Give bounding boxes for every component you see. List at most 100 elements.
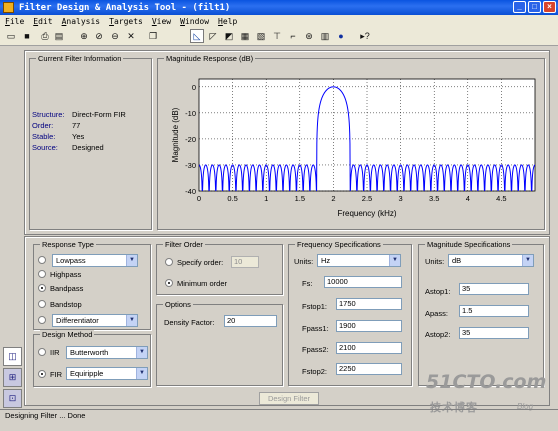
differentiator-radio[interactable] xyxy=(38,316,46,324)
minimize-button[interactable]: _ xyxy=(513,1,526,13)
response-type-title: Response Type xyxy=(40,240,96,249)
print-preview-icon[interactable]: ▤ xyxy=(52,29,66,43)
iir-radio[interactable] xyxy=(38,348,46,356)
minimum-order-radio[interactable] xyxy=(165,279,173,287)
x-tick-label: 2 xyxy=(331,194,335,203)
stable-value: Yes xyxy=(72,132,85,141)
y-tick-label: -10 xyxy=(185,109,196,118)
magnitude-response-chart[interactable]: 0 0.5 1 1.5 2 2.5 3 3.5 4 4.5 0 -10 -20 -30 -40 Frequ… xyxy=(158,66,544,229)
source-label: Source: xyxy=(32,143,58,152)
magnitude-response-icon[interactable]: ◺ xyxy=(190,29,204,43)
menu-analysis[interactable]: Analysis xyxy=(62,17,101,26)
options-panel: Options Density Factor: 20 xyxy=(156,300,283,386)
design-method-panel: Design Method IIR Butterworth ▼ FIR Equir… xyxy=(33,330,151,387)
design-method-title: Design Method xyxy=(40,330,95,339)
matlab-app-icon xyxy=(3,2,14,13)
order-value: 77 xyxy=(72,121,81,130)
maximize-button[interactable]: □ xyxy=(528,1,541,13)
step-response-icon[interactable]: ⌐ xyxy=(286,29,300,43)
magnitude-spec-title: Magnitude Specifications xyxy=(425,240,513,249)
structure-value: Direct-Form FIR xyxy=(72,110,126,119)
x-tick-label: 3.5 xyxy=(429,194,439,203)
astop1-input[interactable]: 35 xyxy=(459,283,529,295)
filter-info-icon[interactable]: ● xyxy=(334,29,348,43)
fpass2-input[interactable]: 2100 xyxy=(336,342,402,354)
frequency-spec-panel: Frequency Specifications Units: Hz ▼ Fs: … xyxy=(288,240,412,386)
pole-zero-editor-tab-icon[interactable]: ⊞ xyxy=(3,368,22,387)
iir-method-dropdown[interactable]: Butterworth ▼ xyxy=(66,346,148,359)
density-factor-label: Density Factor: xyxy=(164,318,215,327)
zoom-y-icon[interactable]: ⊖ xyxy=(108,29,122,43)
design-filter-button[interactable]: Design Filter xyxy=(259,392,319,405)
bandpass-label: Bandpass xyxy=(50,284,84,293)
zoom-x-icon[interactable]: ⊘ xyxy=(92,29,106,43)
lowpass-dropdown[interactable]: Lowpass ▼ xyxy=(52,254,138,267)
coefficients-icon[interactable]: ▥ xyxy=(318,29,332,43)
fs-input[interactable]: 10000 xyxy=(324,276,402,288)
mag-phase-icon[interactable]: ◩ xyxy=(222,29,236,43)
menu-view[interactable]: View xyxy=(152,17,171,26)
fir-radio[interactable] xyxy=(38,370,46,378)
freq-units-dropdown[interactable]: Hz ▼ xyxy=(317,254,401,267)
density-factor-input[interactable]: 20 xyxy=(224,315,277,327)
menu-window[interactable]: Window xyxy=(180,17,209,26)
title-bar: Filter Design & Analysis Tool - (filt1) … xyxy=(0,0,558,15)
save-icon[interactable]: ■ xyxy=(20,29,34,43)
x-tick-labels: 0 0.5 1 1.5 2 2.5 3 3.5 4 4.5 xyxy=(197,194,507,203)
bandpass-radio[interactable] xyxy=(38,284,46,292)
zoom-in-icon[interactable]: ⊕ xyxy=(77,29,91,43)
chevron-down-icon: ▼ xyxy=(126,315,137,326)
menu-edit[interactable]: Edit xyxy=(33,17,52,26)
pole-zero-icon[interactable]: ⊛ xyxy=(302,29,316,43)
mag-units-dropdown[interactable]: dB ▼ xyxy=(448,254,534,267)
specify-order-label: Specify order: xyxy=(177,258,224,267)
chevron-down-icon: ▼ xyxy=(522,255,533,266)
menu-targets[interactable]: Targets xyxy=(109,17,143,26)
impulse-response-icon[interactable]: ⊤ xyxy=(270,29,284,43)
open-icon[interactable]: ▭ xyxy=(4,29,18,43)
highpass-label: Highpass xyxy=(50,270,82,279)
group-delay-icon[interactable]: ▦ xyxy=(238,29,252,43)
fs-label: Fs: xyxy=(302,279,313,288)
x-axis-label: Frequency (kHz) xyxy=(337,209,396,218)
toolbar: ▭ ■ ⎙ ▤ ⊕ ⊘ ⊖ ✕ ❐ ◺ ◸ ◩ ▦ ▧ ⊤ ⌐ ⊛ ▥ ● ▸? xyxy=(0,27,558,46)
x-tick-label: 2.5 xyxy=(362,194,372,203)
print-icon[interactable]: ⎙ xyxy=(38,29,52,43)
chevron-down-icon: ▼ xyxy=(389,255,400,266)
design-filter-tab-icon[interactable]: ◫ xyxy=(3,347,22,366)
structure-label: Structure: xyxy=(32,110,65,119)
minimum-order-label: Minimum order xyxy=(177,279,228,288)
chevron-down-icon: ▼ xyxy=(136,368,147,379)
stable-label: Stable: xyxy=(32,132,56,141)
plot-area xyxy=(198,78,536,192)
whats-this-help-icon[interactable]: ▸? xyxy=(358,29,372,43)
astop2-input[interactable]: 35 xyxy=(459,327,529,339)
fstop2-input[interactable]: 2250 xyxy=(336,363,402,375)
y-tick-label: -30 xyxy=(185,161,196,170)
differentiator-dropdown[interactable]: Differentiator ▼ xyxy=(52,314,138,327)
menu-file[interactable]: File xyxy=(5,17,24,26)
current-filter-title: Current Filter Information xyxy=(36,54,124,63)
highpass-radio[interactable] xyxy=(38,270,46,278)
options-title: Options xyxy=(163,300,193,309)
fstop1-input[interactable]: 1750 xyxy=(336,298,402,310)
x-tick-label: 0.5 xyxy=(227,194,237,203)
fpass1-input[interactable]: 1900 xyxy=(336,320,402,332)
fstop2-label: Fstop2: xyxy=(302,367,328,376)
quantize-tab-icon[interactable]: ⊡ xyxy=(3,389,22,408)
fir-method-dropdown[interactable]: Equiripple ▼ xyxy=(66,367,148,380)
specify-order-radio[interactable] xyxy=(165,258,173,266)
specify-order-input[interactable]: 10 xyxy=(231,256,259,268)
phase-delay-icon[interactable]: ▧ xyxy=(254,29,268,43)
full-view-icon[interactable]: ✕ xyxy=(124,29,138,43)
bandstop-radio[interactable] xyxy=(38,300,46,308)
phase-response-icon[interactable]: ◸ xyxy=(206,29,220,43)
menu-bar: File Edit Analysis Targets View Window H… xyxy=(0,15,558,27)
fpass2-label: Fpass2: xyxy=(302,345,329,354)
apass-input[interactable]: 1.5 xyxy=(459,305,529,317)
lowpass-radio[interactable] xyxy=(38,256,46,264)
close-button[interactable]: × xyxy=(543,1,556,13)
new-figure-icon[interactable]: ❐ xyxy=(146,29,160,43)
filter-order-panel: Filter Order Specify order: 10 Minimum o… xyxy=(156,240,283,295)
menu-help[interactable]: Help xyxy=(218,17,237,26)
